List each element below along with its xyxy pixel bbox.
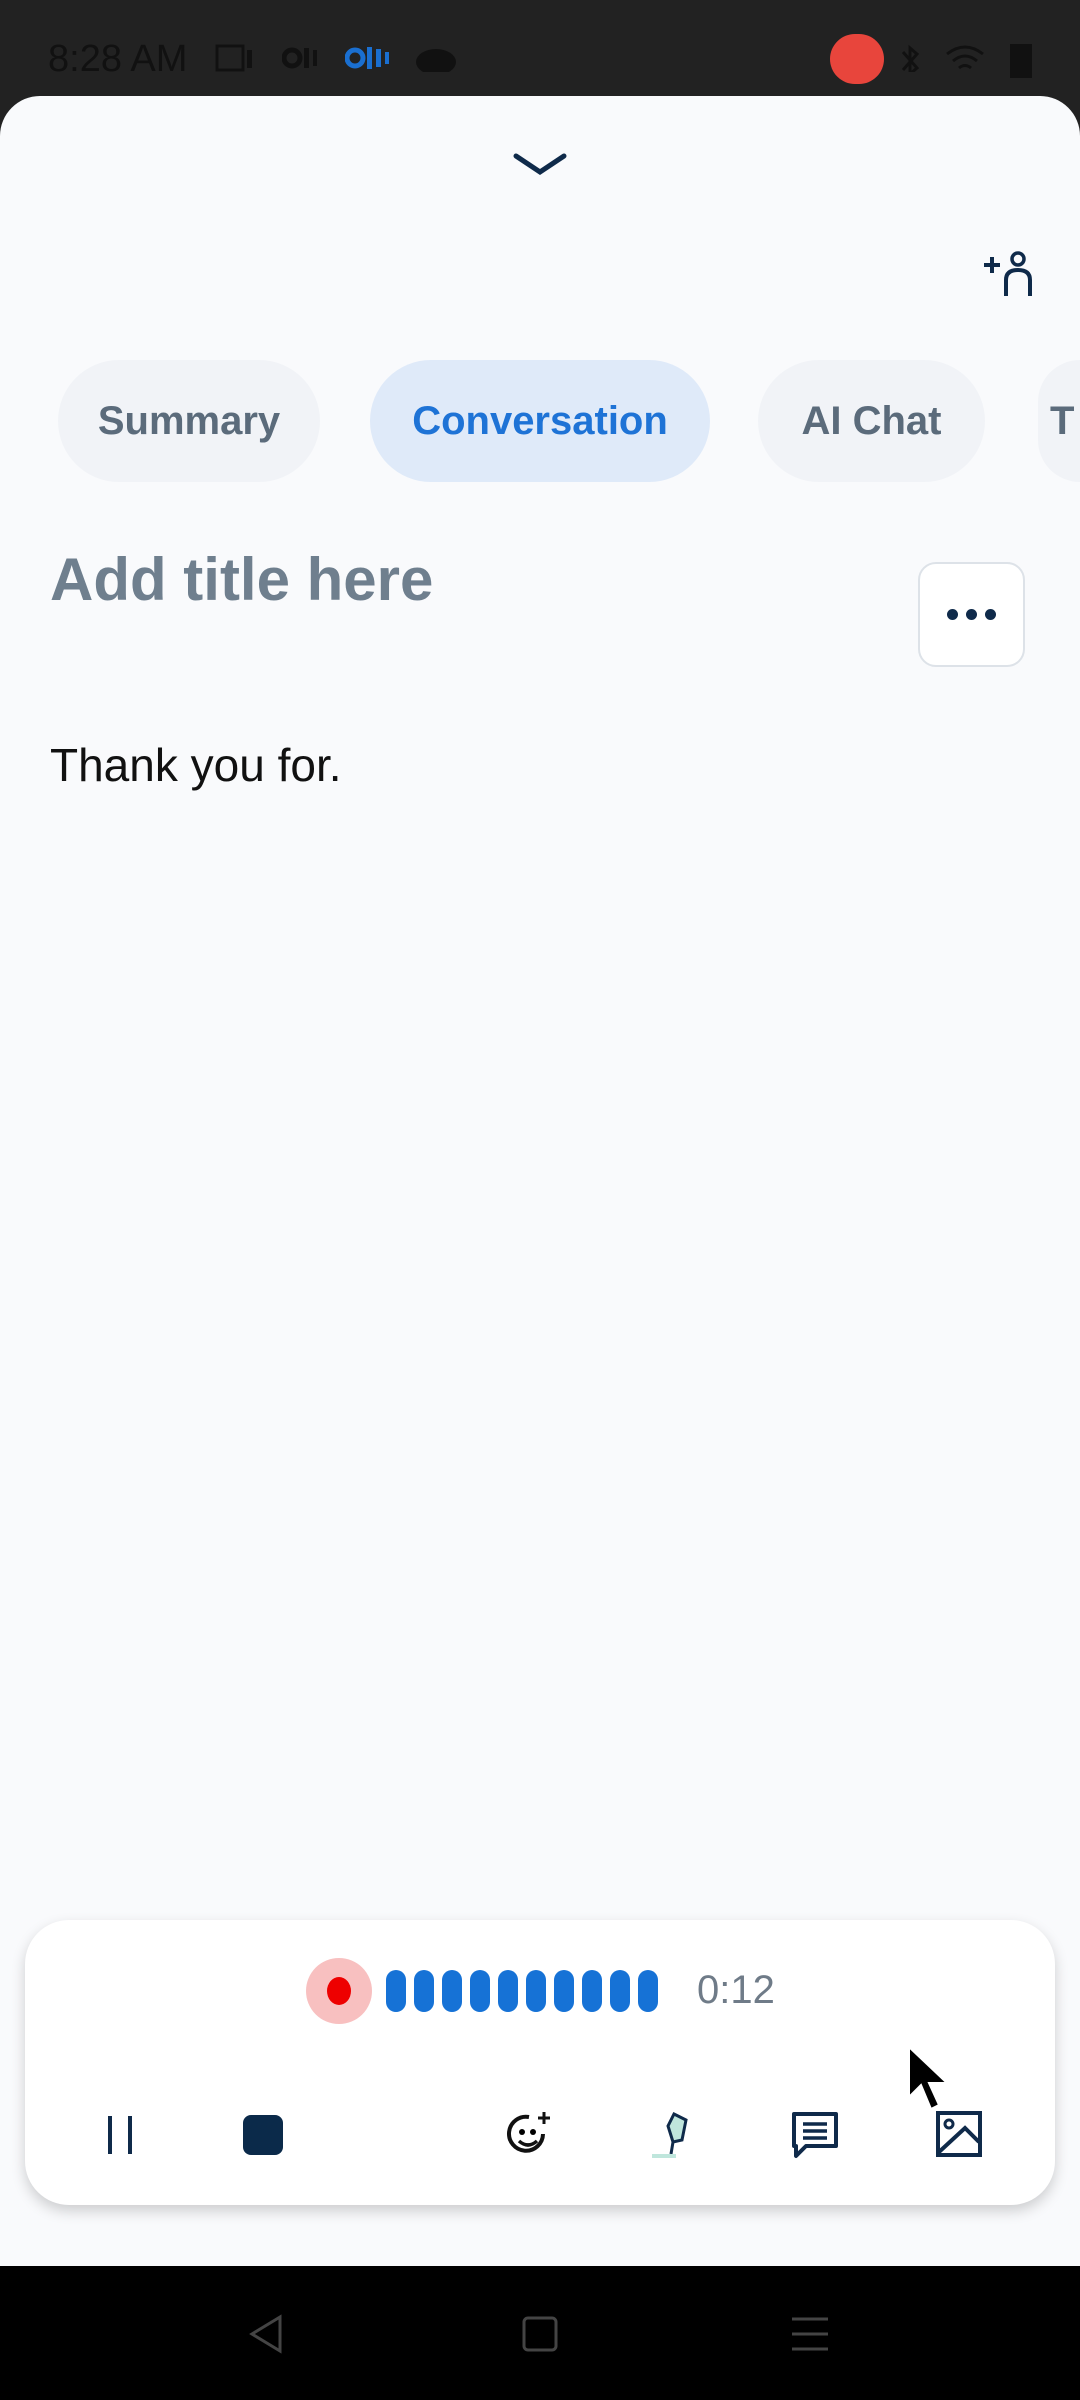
level-bar: [386, 1970, 406, 2012]
screen-icon: [215, 44, 252, 72]
add-emoji-icon[interactable]: [505, 2110, 555, 2160]
tab-label: AI Chat: [801, 398, 942, 443]
recorder-panel: [25, 1920, 1055, 2205]
highlighter-icon[interactable]: [652, 2110, 702, 2160]
home-icon[interactable]: [522, 2316, 558, 2352]
status-time: 8:28 AM: [48, 38, 188, 80]
level-bar: [526, 1970, 546, 2012]
image-icon[interactable]: [935, 2110, 985, 2160]
note-title-input[interactable]: Add title here: [50, 545, 433, 614]
add-person-icon[interactable]: [980, 250, 1040, 300]
mouse-cursor-icon: [908, 2045, 950, 2111]
tab-label: T: [1050, 398, 1075, 443]
comment-icon[interactable]: [790, 2110, 840, 2160]
level-bar: [470, 1970, 490, 2012]
tab-label: Summary: [97, 398, 281, 443]
back-icon[interactable]: [248, 2314, 284, 2354]
recording-indicator-icon: [306, 1958, 372, 2024]
stop-icon[interactable]: [240, 2110, 290, 2160]
cloud-upload-icon: [416, 49, 456, 72]
chevron-down-icon[interactable]: [512, 150, 568, 180]
level-bar: [554, 1970, 574, 2012]
tab-label: Conversation: [412, 398, 668, 443]
more-options-button[interactable]: [918, 562, 1025, 667]
status-bar: 8:28 AM: [0, 0, 1080, 96]
pause-icon[interactable]: [95, 2110, 145, 2160]
bluetooth-icon: [901, 44, 920, 72]
tab-conversation[interactable]: Conversation: [370, 360, 710, 482]
level-bar: [610, 1970, 630, 2012]
level-bar: [442, 1970, 462, 2012]
otter-blue-icon: [345, 47, 389, 69]
transcript-text: Thank you for.: [50, 739, 342, 791]
level-bar: [582, 1970, 602, 2012]
screen-record-icon: [830, 34, 884, 84]
wifi-icon: [946, 45, 984, 70]
tab-ai-chat[interactable]: AI Chat: [758, 360, 985, 482]
level-bar: [414, 1970, 434, 2012]
level-bar: [638, 1970, 658, 2012]
otter-icon: [282, 47, 317, 69]
system-nav-bar: [0, 2266, 1080, 2400]
audio-level-meter: [386, 1970, 658, 2012]
battery-icon: [1010, 44, 1032, 78]
menu-icon[interactable]: [790, 2316, 830, 2352]
recording-timer: 0:12: [697, 1968, 775, 2012]
tab-summary[interactable]: Summary: [58, 360, 320, 482]
level-bar: [498, 1970, 518, 2012]
